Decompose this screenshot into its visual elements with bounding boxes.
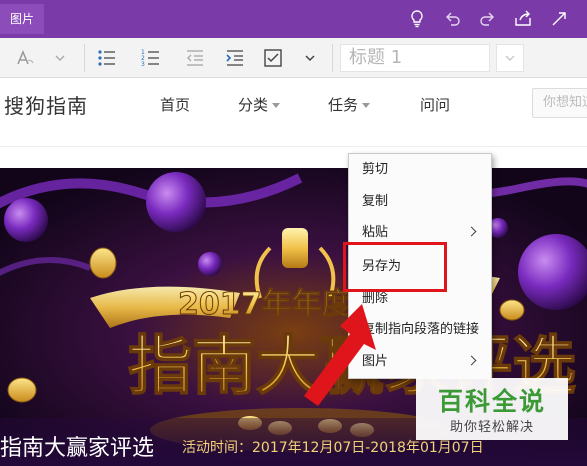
collapse-icon[interactable] — [548, 8, 570, 30]
title-tab[interactable]: 图片 — [0, 4, 45, 34]
share-icon[interactable] — [512, 8, 534, 30]
nav-label: 首页 — [160, 96, 191, 114]
site-logo[interactable]: 搜狗指南 — [4, 90, 88, 119]
outdent-icon[interactable] — [184, 47, 206, 69]
bullet-list-icon[interactable] — [96, 47, 118, 69]
caret-down-icon — [362, 103, 371, 108]
menu-item-label: 粘贴 — [362, 225, 389, 240]
screen: 图片 1 2 3 标题 1 搜狗指南 首页 分类 任务 问问 你想知 2017年… — [0, 0, 587, 466]
ribbon-toolbar: 1 2 3 标题 1 — [0, 38, 587, 78]
format-painter-icon[interactable] — [14, 47, 36, 69]
chevron-down-icon[interactable] — [52, 47, 68, 69]
nav-label: 问问 — [420, 96, 451, 114]
menu-item-label: 剪切 — [362, 162, 389, 177]
watermark: 百科全说 助你轻松解决 — [416, 378, 568, 440]
toolbar-separator — [84, 44, 85, 72]
banner-caption: 指南大赢家评选 — [0, 436, 155, 461]
chevron-down-icon — [505, 55, 515, 61]
checkbox-icon[interactable] — [262, 47, 284, 69]
lightbulb-icon[interactable] — [406, 8, 428, 30]
undo-icon[interactable] — [442, 8, 464, 30]
menu-item-label: 复制 — [362, 194, 389, 209]
web-header: 搜狗指南 首页 分类 任务 问问 你想知道 — [0, 78, 587, 168]
watermark-subtitle: 助你轻松解决 — [449, 420, 534, 435]
nav-category[interactable]: 分类 — [238, 94, 281, 115]
banner-date: 活动时间：2017年12月07日-2018年01月07日 — [182, 440, 484, 456]
highlight-box — [343, 242, 447, 292]
style-select[interactable]: 标题 1 — [340, 44, 490, 72]
submenu-arrow-icon — [466, 355, 477, 366]
menu-item-copy[interactable]: 复制 — [349, 188, 491, 216]
watermark-title: 百科全说 — [437, 387, 546, 416]
submenu-arrow-icon — [466, 226, 477, 237]
search-input[interactable]: 你想知道 — [532, 88, 587, 118]
nav-label: 分类 — [238, 96, 269, 114]
nav-home[interactable]: 首页 — [160, 94, 190, 115]
pointer-arrow-icon — [304, 304, 376, 406]
caret-down-icon — [272, 103, 281, 108]
indent-icon[interactable] — [224, 47, 246, 69]
toolbar-separator — [332, 44, 333, 72]
nav-label: 任务 — [328, 96, 359, 114]
chevron-down-icon[interactable] — [302, 47, 318, 69]
redo-icon[interactable] — [476, 8, 498, 30]
title-bar: 图片 — [0, 0, 587, 38]
header-divider — [0, 146, 587, 147]
menu-item-cut[interactable]: 剪切 — [349, 156, 491, 184]
nav-tasks[interactable]: 任务 — [328, 94, 371, 115]
numbered-list-icon[interactable]: 1 2 3 — [140, 47, 162, 69]
nav-ask[interactable]: 问问 — [420, 94, 450, 115]
svg-text:3: 3 — [141, 61, 145, 68]
style-dropdown-button[interactable] — [496, 44, 524, 72]
